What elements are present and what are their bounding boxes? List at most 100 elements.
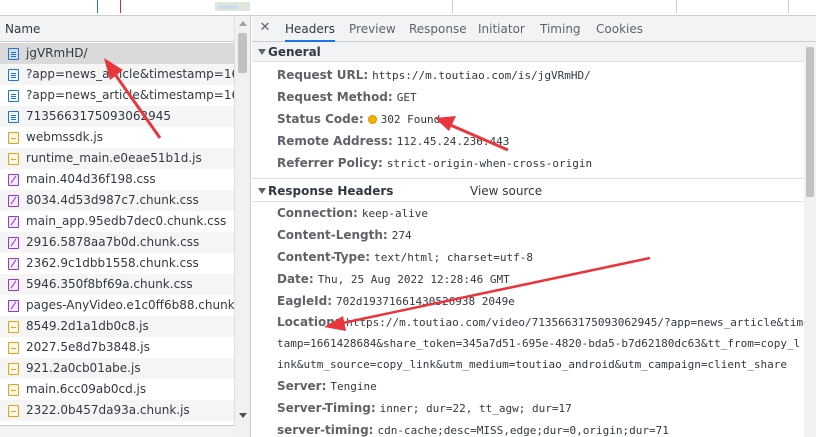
request-method-value[interactable]: GET <box>397 91 417 104</box>
request-list-pane: Name jgVRmHD/ ?app=news_article&timestamp… <box>0 16 251 437</box>
overview-divider <box>788 0 789 13</box>
script-file-icon <box>8 405 19 417</box>
tab-cookies[interactable]: Cookies <box>596 16 643 42</box>
script-file-icon <box>8 342 19 354</box>
scroll-up-icon[interactable] <box>239 21 247 26</box>
tab-headers[interactable]: Headers <box>285 16 335 42</box>
scroll-down-icon[interactable] <box>239 413 247 418</box>
request-rows: jgVRmHD/ ?app=news_article&timestamp=1661… <box>0 43 235 425</box>
request-row[interactable]: 2027.5e8d7b3848.js <box>0 337 235 358</box>
response-headers-section-header[interactable]: Response Headers View source <box>252 178 816 202</box>
tab-response[interactable]: Response <box>409 16 467 42</box>
server-row: Server: Tengine <box>252 375 816 397</box>
request-name: 8549.2d1a1db0c8.js <box>26 319 149 333</box>
server-timing-2-value[interactable]: cdn-cache;desc=MISS,edge;dur=0,origin;du… <box>377 424 668 437</box>
request-name: 2322.0b457da93a.chunk.js <box>26 403 190 417</box>
request-row[interactable]: ?app=news_article&timestamp=166142 <box>0 85 235 106</box>
referrer-policy-value[interactable]: strict-origin-when-cross-origin <box>387 157 592 170</box>
request-row[interactable]: 8034.4d53d987c7.chunk.css <box>0 190 235 211</box>
eagleid-row: EagleId: 702d19371661430526938 2049e <box>252 290 816 312</box>
overview-divider <box>452 0 453 13</box>
remote-address-value[interactable]: 112.45.24.236:443 <box>397 135 510 148</box>
overview-bar <box>218 5 238 9</box>
request-name: webmssdk.js <box>26 130 103 144</box>
timeline-overview[interactable] <box>0 0 816 16</box>
detail-tabbar: ✕ Headers Preview Response Initiator Tim… <box>252 16 816 42</box>
request-name: 2027.5e8d7b3848.js <box>26 340 150 354</box>
request-name: 7135663175093062945 <box>26 109 172 123</box>
collapse-triangle-icon <box>258 188 266 194</box>
remote-address-label: Remote Address: <box>277 134 393 148</box>
request-row[interactable]: runtime_main.e0eae51b1d.js <box>0 148 235 169</box>
request-row[interactable]: main.404d36f198.css <box>0 169 235 190</box>
server-timing-2-label: server-timing: <box>277 423 374 437</box>
status-code-label: Status Code: <box>277 112 364 126</box>
status-code-row: Status Code: 302 Found <box>252 108 816 130</box>
status-code-value[interactable]: 302 Found <box>381 113 441 126</box>
name-column-header[interactable]: Name <box>0 16 250 42</box>
request-row[interactable]: 2916.5878aa7b0d.chunk.css <box>0 232 235 253</box>
location-block: Location: https://m.toutiao.com/video/71… <box>252 312 816 375</box>
general-section-header[interactable]: General <box>252 42 816 62</box>
request-name: runtime_main.e0eae51b1d.js <box>26 151 202 165</box>
date-row: Date: Thu, 25 Aug 2022 12:28:46 GMT <box>252 268 816 290</box>
date-value[interactable]: Thu, 25 Aug 2022 12:28:46 GMT <box>318 273 510 286</box>
server-timing-2-row: server-timing: cdn-cache;desc=MISS,edge;d… <box>252 419 816 437</box>
location-value-part-1[interactable]: https://m.toutiao.com/video/713566317509… <box>346 316 808 329</box>
connection-label: Connection: <box>277 206 358 220</box>
request-row[interactable]: pages-AnyVideo.e1c0ff6b88.chunk.css <box>0 295 235 316</box>
location-value-part-2[interactable]: tamp=1661428684&share_token=345a7d51-695… <box>277 333 808 354</box>
request-list-scrollbar[interactable] <box>234 16 250 437</box>
tab-preview[interactable]: Preview <box>349 16 396 42</box>
response-headers-title: Response Headers <box>268 184 394 198</box>
document-file-icon <box>8 69 19 81</box>
tab-timing[interactable]: Timing <box>540 16 581 42</box>
request-row[interactable]: 8549.2d1a1db0c8.js <box>0 316 235 337</box>
server-value[interactable]: Tengine <box>330 380 376 393</box>
request-url-label: Request URL: <box>277 68 369 82</box>
request-name: 8034.4d53d987c7.chunk.css <box>26 193 199 207</box>
request-row[interactable]: 5946.350f8bf69a.chunk.css <box>0 274 235 295</box>
content-length-row: Content-Length: 274 <box>252 224 816 246</box>
overview-divider <box>676 0 677 13</box>
stylesheet-file-icon <box>8 216 19 228</box>
request-row[interactable]: main.6cc09ab0cd.js <box>0 379 235 400</box>
tab-initiator[interactable]: Initiator <box>478 16 525 42</box>
script-file-icon <box>8 132 19 144</box>
script-file-icon <box>8 321 19 333</box>
request-row[interactable]: webmssdk.js <box>0 127 235 148</box>
connection-value[interactable]: keep-alive <box>362 207 428 220</box>
content-type-label: Content-Type: <box>277 250 371 264</box>
request-name: 2362.9c1dbb1558.chunk.css <box>26 256 199 270</box>
request-row[interactable]: 2322.0b457da93a.chunk.js <box>0 400 235 421</box>
script-file-icon <box>8 363 19 375</box>
request-name: ?app=news_article&timestamp=166142 <box>26 67 235 81</box>
content-length-label: Content-Length: <box>277 228 388 242</box>
request-row[interactable]: 2362.9c1dbb1558.chunk.css <box>0 253 235 274</box>
eagleid-value[interactable]: 702d19371661430526938 2049e <box>336 295 515 308</box>
detail-scroll-thumb[interactable] <box>806 47 814 197</box>
request-url-value[interactable]: https://m.toutiao.com/is/jgVRmHD/ <box>372 69 591 82</box>
request-row[interactable]: 921.2a0cb01abe.js <box>0 358 235 379</box>
request-url-row: Request URL: https://m.toutiao.com/is/jgV… <box>252 64 816 86</box>
server-timing-row: Server-Timing: inner; dur=22, tt_agw; dur… <box>252 397 816 419</box>
view-source-link[interactable]: View source <box>470 179 542 203</box>
request-row[interactable]: main_app.95edb7dec0.chunk.css <box>0 211 235 232</box>
request-row[interactable]: jgVRmHD/ <box>0 43 235 64</box>
location-value-part-3[interactable]: ink&utm_source=copy_link&utm_medium=tout… <box>277 354 808 375</box>
request-name: main.404d36f198.css <box>26 172 156 186</box>
detail-scrollbar[interactable] <box>804 43 816 437</box>
date-label: Date: <box>277 272 314 286</box>
server-timing-value[interactable]: inner; dur=22, tt_agw; dur=17 <box>380 402 572 415</box>
stylesheet-file-icon <box>8 174 19 186</box>
request-row[interactable]: ?app=news_article&timestamp=166142 <box>0 64 235 85</box>
close-icon[interactable]: ✕ <box>258 21 272 35</box>
scroll-thumb[interactable] <box>238 33 247 73</box>
content-length-value[interactable]: 274 <box>392 229 412 242</box>
request-row[interactable]: 7135663175093062945 <box>0 106 235 127</box>
request-method-label: Request Method: <box>277 90 393 104</box>
server-label: Server: <box>277 379 327 393</box>
content-type-value[interactable]: text/html; charset=utf-8 <box>374 251 533 264</box>
location-label: Location: <box>277 315 340 329</box>
document-file-icon <box>8 111 19 123</box>
